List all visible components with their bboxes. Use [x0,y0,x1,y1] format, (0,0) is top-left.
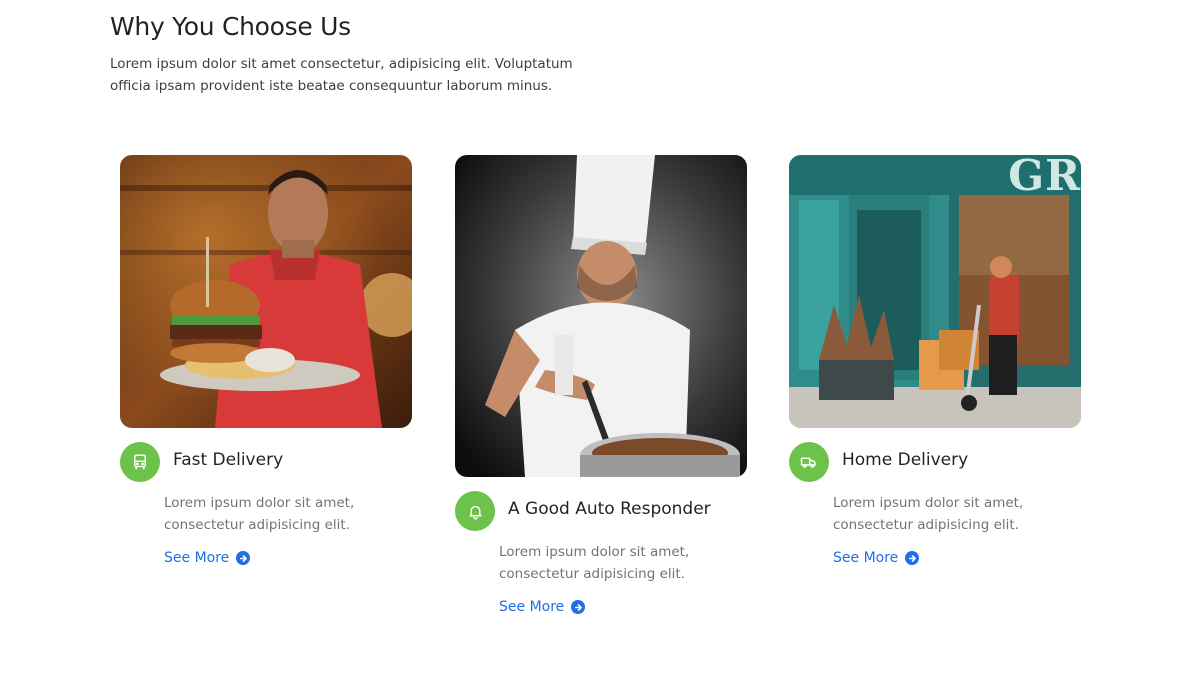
see-more-link[interactable]: See More [164,550,251,566]
arrow-right-circle-icon [236,551,251,565]
section-subtitle: Lorem ipsum dolor sit amet consectetur, … [110,56,573,94]
feature-card-fast-delivery: Fast Delivery Lorem ipsum dolor sit amet… [120,155,412,566]
feature-title: Fast Delivery [173,450,284,470]
feature-text: Lorem ipsum dolor sit amet, consectetur … [499,544,690,582]
see-more-label: See More [164,550,230,566]
feature-card-home-delivery: GR Home Delivery Lorem ipsum dolor sit a… [789,155,1081,566]
bus-icon [120,442,160,482]
feature-head: Home Delivery [789,442,1081,484]
arrow-right-circle-icon [571,600,586,614]
feature-title: Home Delivery [842,450,969,470]
section-title: Why You Choose Us [110,12,351,41]
photo-delivery-storefront: GR [789,155,1081,428]
photo-chef [455,155,747,477]
see-more-label: See More [499,599,565,615]
truck-icon [789,442,829,482]
photo-burger-waiter [120,155,412,428]
bell-icon [455,491,495,531]
storefront-sign: GR [1008,155,1081,200]
feature-head: Fast Delivery [120,442,412,484]
feature-text: Lorem ipsum dolor sit amet, consectetur … [164,495,355,533]
feature-text: Lorem ipsum dolor sit amet, consectetur … [833,495,1024,533]
see-more-link[interactable]: See More [499,599,586,615]
feature-card-auto-responder: A Good Auto Responder Lorem ipsum dolor … [455,155,747,615]
feature-head: A Good Auto Responder [455,491,747,533]
feature-title: A Good Auto Responder [508,499,711,519]
see-more-label: See More [833,550,899,566]
see-more-link[interactable]: See More [833,550,920,566]
arrow-right-circle-icon [905,551,920,565]
